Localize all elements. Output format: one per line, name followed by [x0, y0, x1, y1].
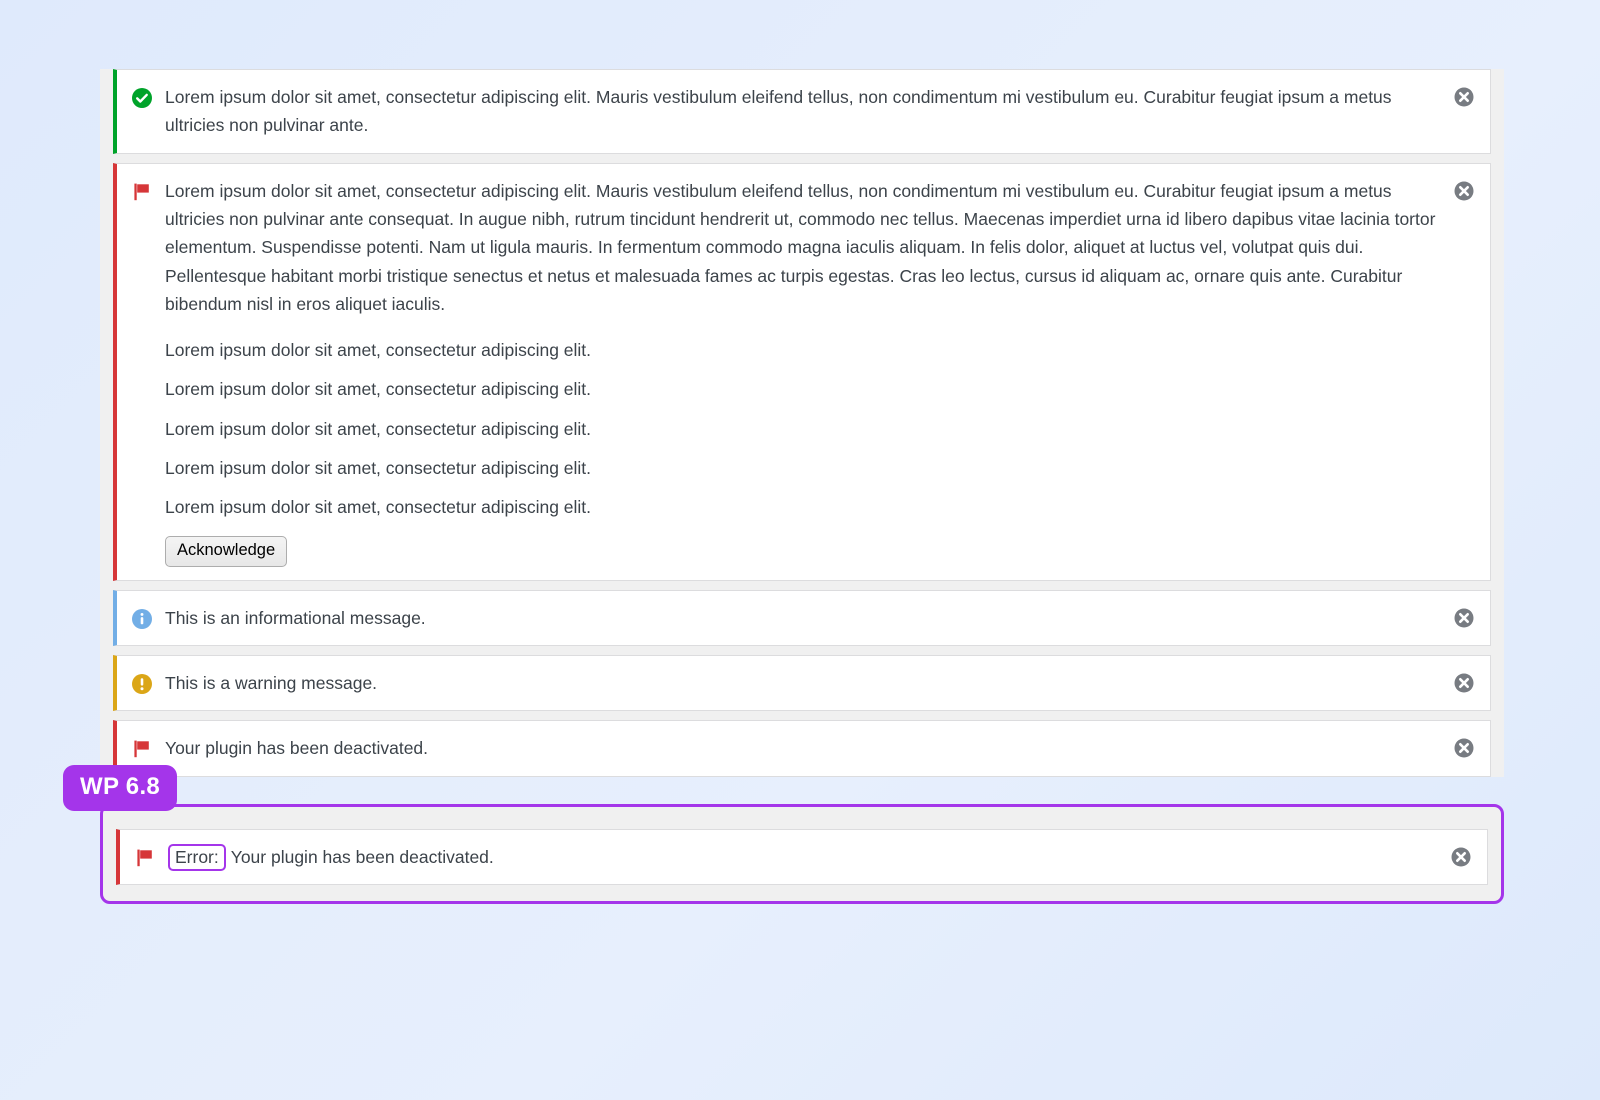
- acknowledge-button[interactable]: Acknowledge: [165, 535, 288, 567]
- notice-text: Lorem ipsum dolor sit amet, consectetur …: [165, 177, 1438, 567]
- flag-icon: [134, 847, 156, 869]
- notice-line: Lorem ipsum dolor sit amet, consectetur …: [165, 379, 592, 400]
- notice-paragraph: This is an informational message.: [165, 607, 426, 628]
- notice-success: Lorem ipsum dolor sit amet, consectetur …: [113, 69, 1491, 154]
- notice-paragraph: Lorem ipsum dolor sit amet, consectetur …: [165, 87, 1392, 136]
- dismiss-button[interactable]: [1451, 84, 1477, 110]
- notice-line: Lorem ipsum dolor sit amet, consectetur …: [165, 418, 592, 439]
- notice-error-with-prefix: Error: Your plugin has been deactivated.: [116, 828, 1488, 886]
- notice-line: Lorem ipsum dolor sit amet, consectetur …: [165, 457, 592, 478]
- dismiss-button[interactable]: [1451, 178, 1477, 204]
- info-circle-icon: [131, 608, 153, 630]
- error-prefix-label: Error:: [168, 843, 226, 872]
- dismiss-button[interactable]: [1451, 670, 1477, 696]
- flag-icon: [131, 738, 153, 760]
- dismiss-button[interactable]: [1448, 844, 1474, 870]
- notice-content: Your plugin has been deactivated.: [129, 734, 1438, 762]
- notice-paragraph: Error: Your plugin has been deactivated.: [168, 843, 1435, 872]
- version-badge: WP 6.8: [63, 764, 178, 811]
- notice-area: Lorem ipsum dolor sit amet, consectetur …: [100, 69, 1504, 777]
- notice-paragraph: Your plugin has been deactivated.: [165, 738, 429, 759]
- admin-notices-stage: Lorem ipsum dolor sit amet, consectetur …: [63, 60, 1504, 905]
- notice-paragraph: Lorem ipsum dolor sit amet, consectetur …: [165, 180, 1436, 315]
- notice-error-plugin-deactivated: Your plugin has been deactivated.: [113, 720, 1491, 777]
- notice-text: This is an informational message.: [165, 604, 1438, 632]
- notice-line: Lorem ipsum dolor sit amet, consectetur …: [165, 497, 592, 518]
- dismiss-button[interactable]: [1451, 735, 1477, 761]
- notice-message: Your plugin has been deactivated.: [230, 846, 494, 867]
- notice-content: Lorem ipsum dolor sit amet, consectetur …: [129, 83, 1438, 140]
- notice-content: This is an informational message.: [129, 604, 1438, 632]
- notice-content: Error: Your plugin has been deactivated.: [132, 843, 1435, 872]
- notice-error-long: Lorem ipsum dolor sit amet, consectetur …: [113, 162, 1491, 581]
- notice-text: This is a warning message.: [165, 669, 1438, 697]
- exclamation-circle-icon: [131, 673, 153, 695]
- notice-paragraph: This is a warning message.: [165, 672, 378, 693]
- dismiss-button[interactable]: [1451, 605, 1477, 631]
- notice-info: This is an informational message.: [113, 589, 1491, 646]
- notice-text: Lorem ipsum dolor sit amet, consectetur …: [165, 83, 1438, 140]
- notice-content: This is a warning message.: [129, 669, 1438, 697]
- flag-icon: [131, 181, 153, 203]
- notice-content: Lorem ipsum dolor sit amet, consectetur …: [129, 177, 1438, 567]
- check-circle-icon: [131, 87, 153, 109]
- wp68-highlight-group: WP 6.8 Error: Your plugin has been deacti…: [63, 764, 1504, 905]
- notice-text: Your plugin has been deactivated.: [165, 734, 1438, 762]
- notice-warning: This is a warning message.: [113, 654, 1491, 712]
- notice-line: Lorem ipsum dolor sit amet, consectetur …: [165, 339, 592, 360]
- notice-text: Error: Your plugin has been deactivated.: [168, 843, 1435, 872]
